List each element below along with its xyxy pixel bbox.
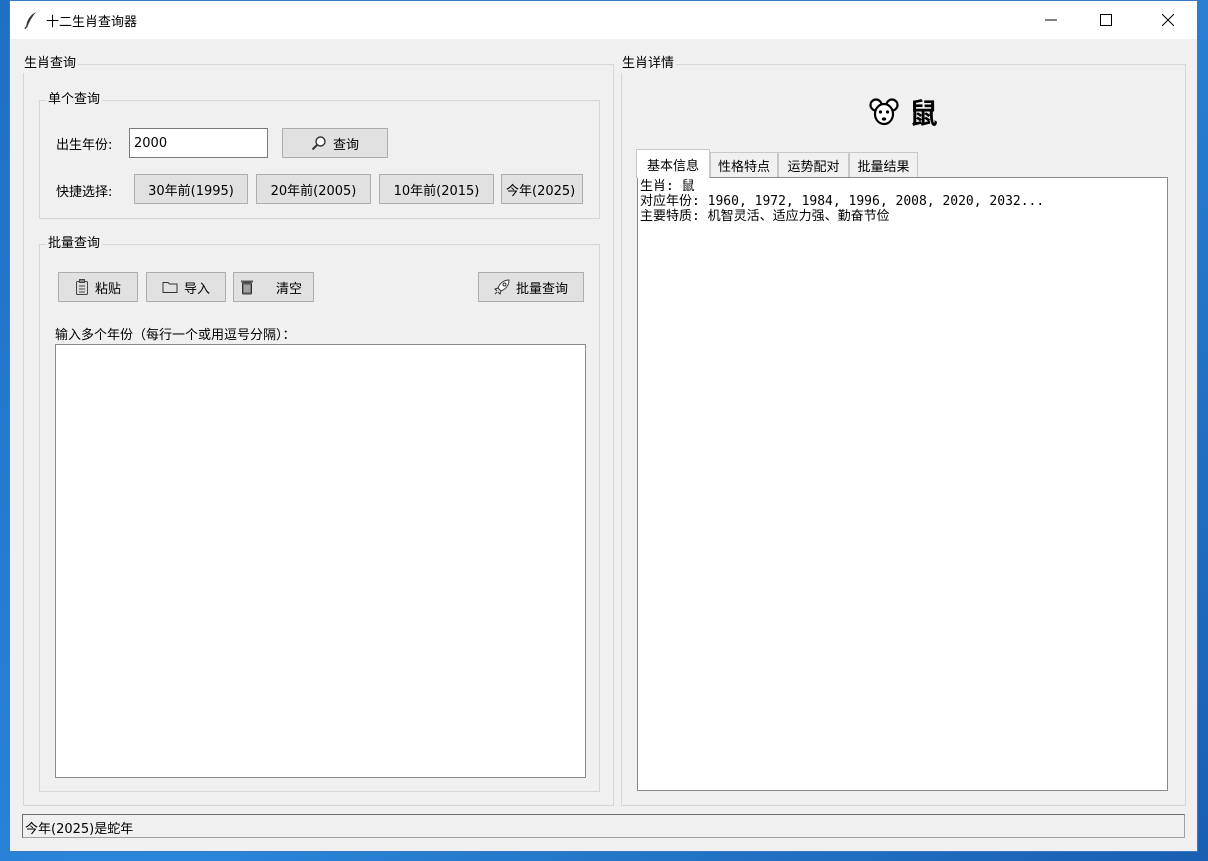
tab-fortune-match-label: 运势配对 bbox=[787, 160, 840, 175]
folder-icon bbox=[162, 282, 178, 293]
quick-select-label: 快捷选择: bbox=[56, 185, 113, 200]
quick-1995-button[interactable]: 30年前(1995) bbox=[134, 174, 248, 204]
status-bar: 今年(2025)是蛇年 bbox=[22, 814, 1185, 838]
tab-batch-results-label: 批量结果 bbox=[857, 160, 910, 175]
single-query-group: 单个查询 出生年份: 查询 快捷选择: 30年前(1995) 20年前(2005… bbox=[39, 91, 600, 219]
clipboard-icon bbox=[75, 279, 88, 295]
quick-2015-label: 10年前(2015) bbox=[393, 183, 480, 199]
app-window: 十二生肖查询器 生肖查询 单个查询 出生年份: 查询 快捷选择: bbox=[9, 0, 1198, 852]
window-title: 十二生肖查询器 bbox=[46, 15, 138, 30]
quick-1995-label: 30年前(1995) bbox=[148, 183, 234, 199]
import-button-label: 导入 bbox=[183, 281, 210, 297]
batch-years-textarea[interactable] bbox=[55, 344, 586, 778]
trash-icon bbox=[241, 280, 253, 295]
batch-query-button[interactable]: 批量查询 bbox=[478, 272, 584, 302]
mouse-face-icon bbox=[869, 98, 900, 126]
quick-2005-button[interactable]: 20年前(2005) bbox=[256, 174, 371, 204]
close-button[interactable] bbox=[1145, 1, 1191, 39]
batch-input-label: 输入多个年份（每行一个或用逗号分隔）： bbox=[55, 328, 296, 343]
status-text: 今年(2025)是蛇年 bbox=[25, 822, 134, 837]
quick-2025-label: 今年(2025) bbox=[506, 183, 576, 199]
detail-panel-title: 生肖详情 bbox=[620, 55, 677, 73]
tab-personality-label: 性格特点 bbox=[717, 160, 770, 175]
clear-button-label: 清空 bbox=[276, 281, 303, 297]
zodiac-heading: 鼠 bbox=[622, 92, 1185, 132]
year-input[interactable] bbox=[129, 128, 268, 158]
paste-button-label: 粘贴 bbox=[94, 281, 121, 297]
query-button-label: 查询 bbox=[332, 137, 359, 153]
import-button[interactable]: 导入 bbox=[146, 272, 226, 302]
info-years-line: 对应年份: 1960, 1972, 1984, 1996, 2008, 2020… bbox=[640, 194, 1045, 209]
year-label: 出生年份: bbox=[56, 138, 113, 153]
single-query-title: 单个查询 bbox=[46, 91, 103, 109]
maximize-icon bbox=[1100, 14, 1112, 26]
feather-icon bbox=[24, 12, 36, 29]
rocket-icon bbox=[494, 279, 510, 295]
zodiac-name: 鼠 bbox=[909, 97, 938, 130]
batch-query-group: 批量查询 粘贴 导入 清空 批量查询 输入多个年份（每行一个或用逗号分隔）： bbox=[39, 235, 600, 792]
tab-fortune-match[interactable]: 运势配对 bbox=[778, 152, 849, 178]
title-bar: 十二生肖查询器 bbox=[10, 1, 1197, 39]
quick-2005-label: 20年前(2005) bbox=[270, 183, 357, 199]
tab-basic-info[interactable]: 基本信息 bbox=[636, 149, 710, 178]
batch-query-button-label: 批量查询 bbox=[515, 281, 568, 297]
tab-basic-info-label: 基本信息 bbox=[646, 158, 699, 174]
query-button[interactable]: 查询 bbox=[282, 128, 388, 158]
query-panel-title: 生肖查询 bbox=[22, 55, 79, 73]
clear-button[interactable]: 清空 bbox=[233, 272, 314, 302]
quick-2025-button[interactable]: 今年(2025) bbox=[501, 174, 583, 204]
info-zodiac-line: 生肖: 鼠 bbox=[640, 179, 695, 194]
batch-query-title: 批量查询 bbox=[46, 235, 103, 253]
tab-personality[interactable]: 性格特点 bbox=[710, 152, 778, 178]
minimize-button[interactable] bbox=[1028, 1, 1074, 39]
basic-info-content[interactable]: 生肖: 鼠 对应年份: 1960, 1972, 1984, 1996, 2008… bbox=[637, 177, 1168, 791]
magnifier-icon bbox=[311, 136, 326, 151]
quick-2015-button[interactable]: 10年前(2015) bbox=[379, 174, 494, 204]
close-icon bbox=[1162, 14, 1174, 26]
info-traits-line: 主要特质: 机智灵活、适应力强、勤奋节俭 bbox=[640, 209, 890, 224]
query-panel: 生肖查询 单个查询 出生年份: 查询 快捷选择: 30年前(1995) 20年前… bbox=[22, 55, 614, 806]
tab-batch-results[interactable]: 批量结果 bbox=[849, 152, 918, 178]
detail-panel: 生肖详情 鼠 基本信息 性格特点 运势配对 批量结果 生肖: 鼠 对应年份: 1… bbox=[620, 55, 1186, 806]
maximize-button[interactable] bbox=[1083, 1, 1129, 39]
paste-button[interactable]: 粘贴 bbox=[58, 272, 138, 302]
minimize-icon bbox=[1045, 19, 1057, 21]
